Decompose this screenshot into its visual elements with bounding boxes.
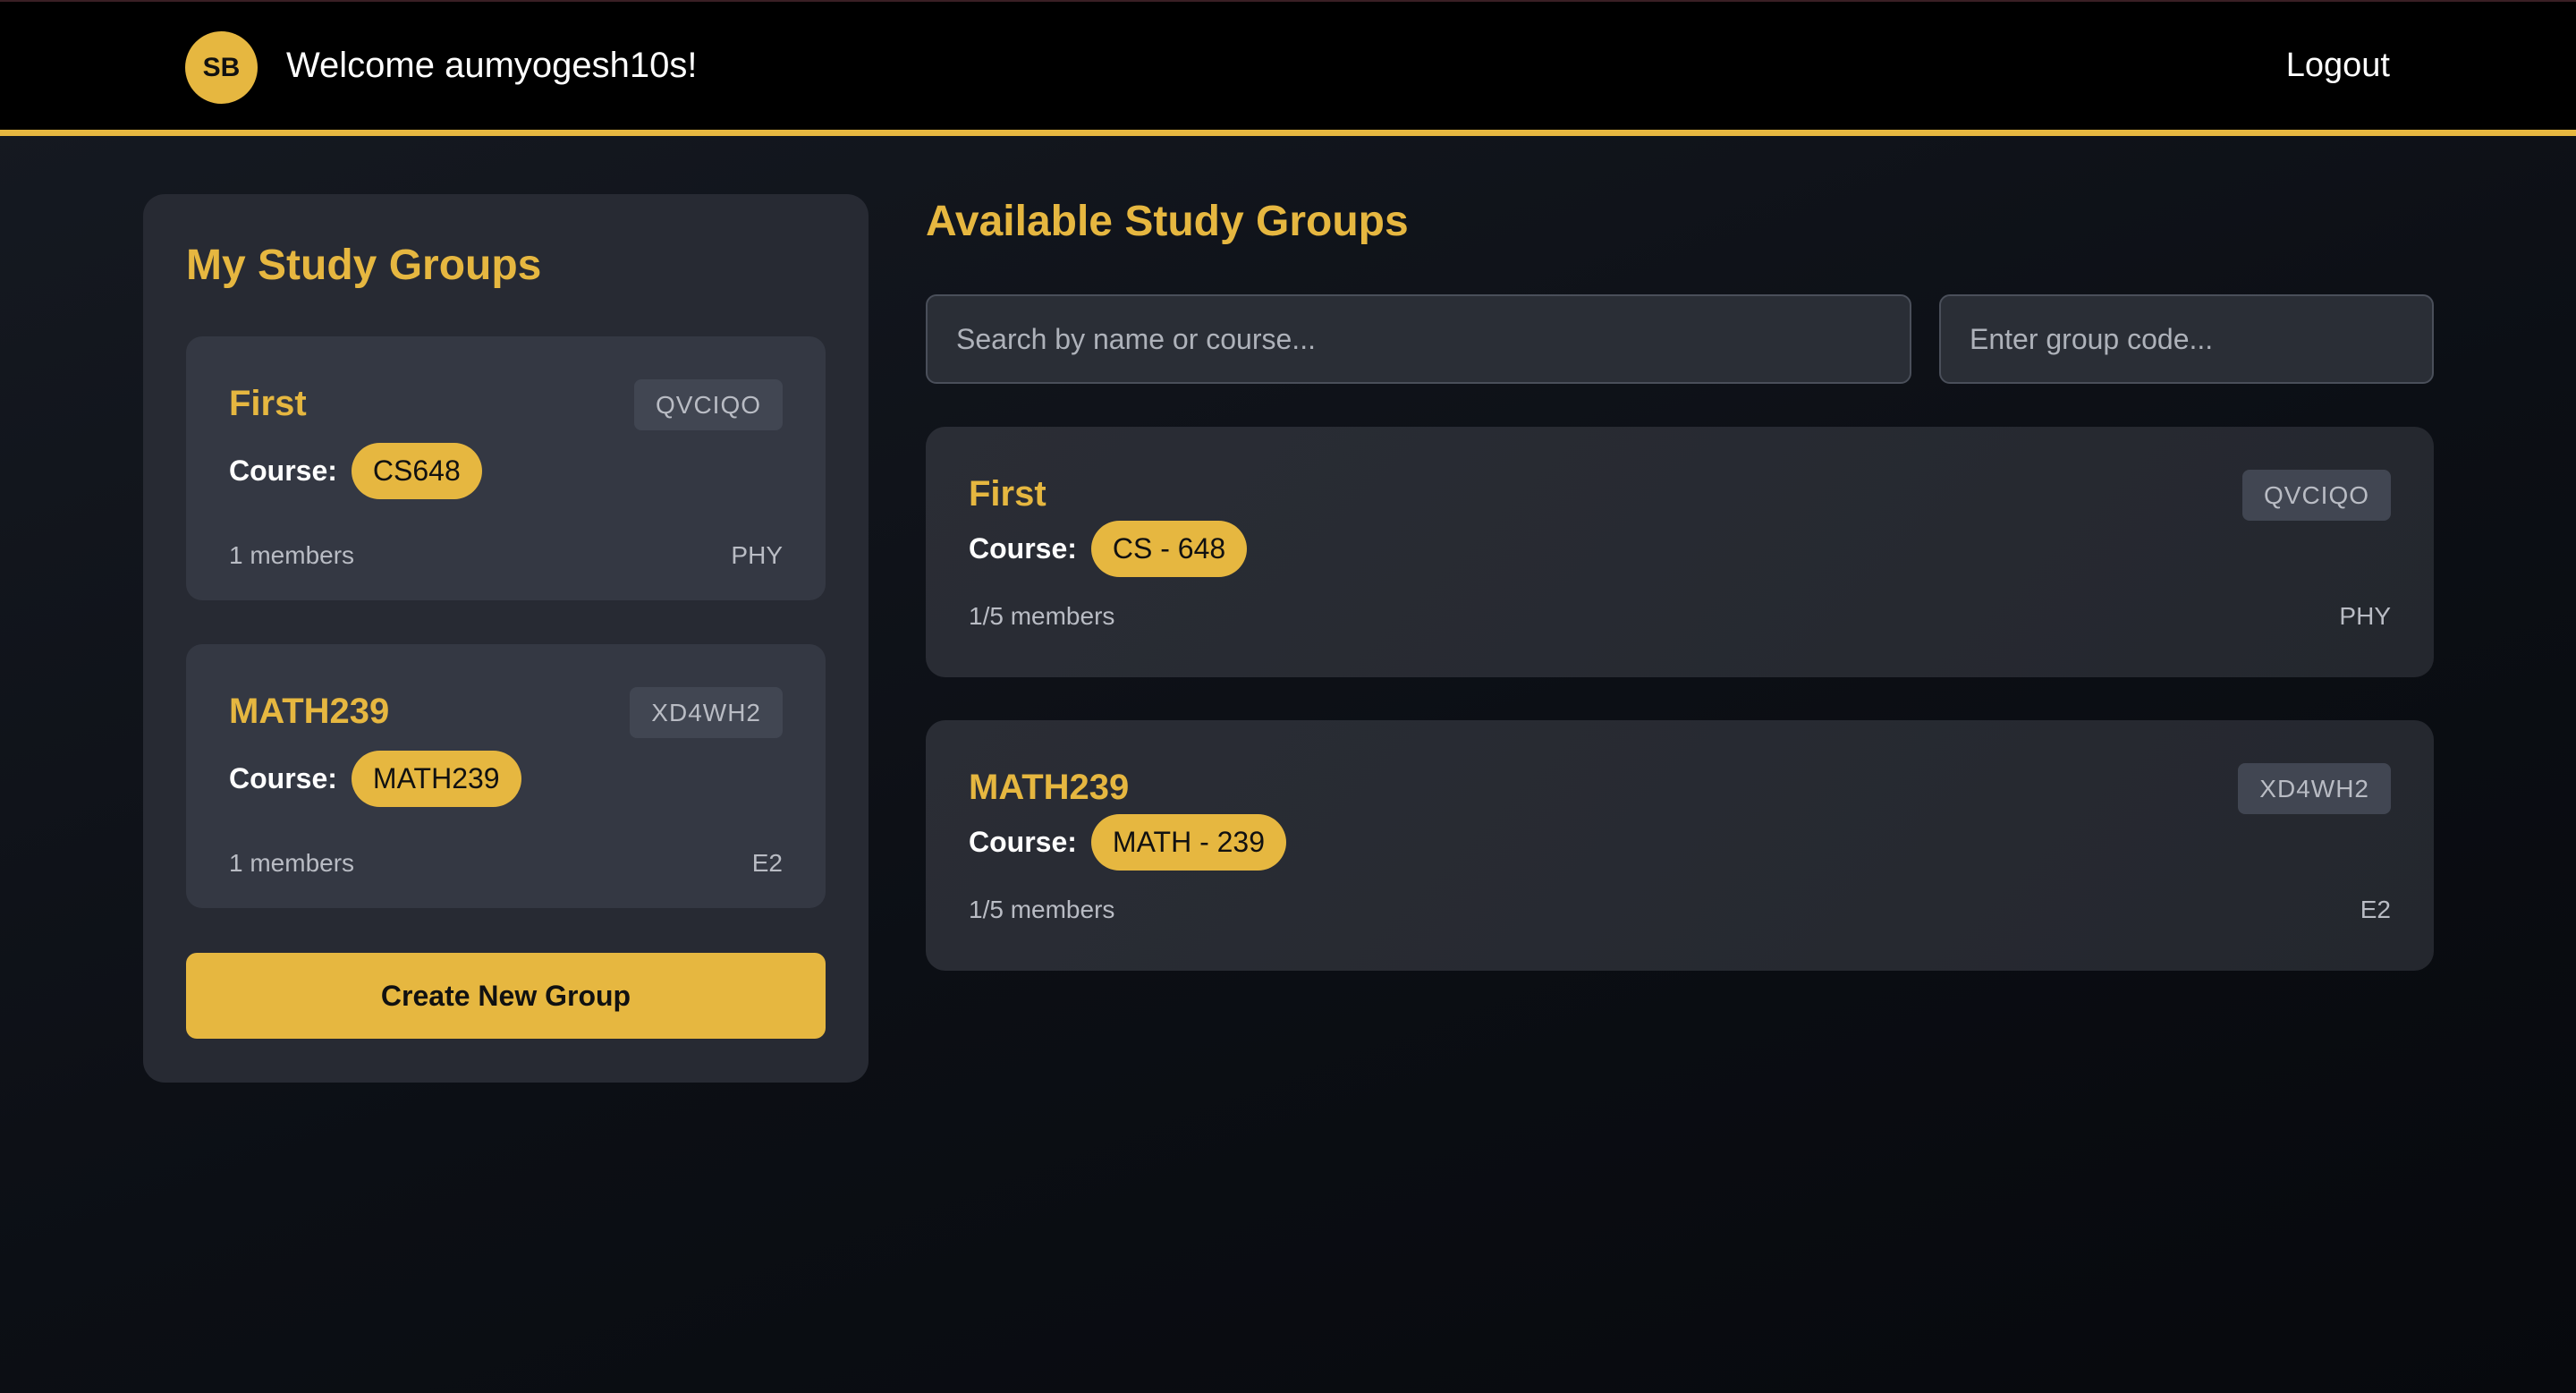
logout-button[interactable]: Logout [2286, 43, 2390, 88]
course-label: Course: [229, 762, 337, 794]
my-study-groups-panel: My Study Groups First QVCIQO Course: CS6… [143, 194, 869, 1083]
group-code-badge: QVCIQO [2241, 470, 2391, 521]
course-pill: CS - 648 [1090, 521, 1248, 577]
group-code-badge: QVCIQO [633, 379, 783, 430]
member-count: 1/5 members [969, 602, 1115, 630]
group-name: MATH239 [229, 692, 390, 731]
course-row: Course: CS648 [229, 443, 482, 499]
my-group-card[interactable]: MATH239 XD4WH2 Course: MATH239 1 members… [186, 644, 826, 908]
course-row: Course: CS - 648 [969, 521, 1248, 577]
group-location: PHY [2339, 602, 2391, 630]
course-pill: MATH - 239 [1090, 814, 1287, 871]
member-count: 1 members [229, 849, 355, 877]
my-group-card[interactable]: First QVCIQO Course: CS648 1 members PHY [186, 336, 826, 600]
course-label: Course: [229, 454, 337, 487]
available-study-groups-title: Available Study Groups [926, 198, 1409, 245]
group-location: E2 [751, 849, 783, 877]
available-group-card[interactable]: First QVCIQO Course: CS - 648 1/5 member… [926, 427, 2434, 677]
course-row: Course: MATH - 239 [969, 814, 1287, 871]
course-label: Course: [969, 826, 1077, 858]
group-name: First [969, 474, 1046, 514]
group-code-badge: XD4WH2 [2238, 763, 2391, 814]
search-input[interactable] [926, 294, 1911, 384]
group-name: First [229, 384, 307, 423]
create-new-group-button[interactable]: Create New Group [186, 953, 826, 1039]
top-bar: SB Welcome aumyogesh10s! Logout [0, 0, 2576, 136]
group-code-input[interactable] [1939, 294, 2434, 384]
member-count: 1 members [229, 541, 355, 569]
avatar[interactable]: SB [185, 31, 258, 104]
course-pill: CS648 [351, 443, 482, 499]
welcome-message: Welcome aumyogesh10s! [286, 46, 698, 85]
my-study-groups-title: My Study Groups [186, 242, 542, 289]
group-code-badge: XD4WH2 [630, 687, 783, 738]
group-location: E2 [2360, 896, 2391, 923]
course-row: Course: MATH239 [229, 751, 521, 807]
course-pill: MATH239 [351, 751, 521, 807]
member-count: 1/5 members [969, 896, 1115, 923]
available-group-card[interactable]: MATH239 XD4WH2 Course: MATH - 239 1/5 me… [926, 720, 2434, 971]
course-label: Course: [969, 532, 1077, 565]
group-location: PHY [731, 541, 783, 569]
group-name: MATH239 [969, 768, 1130, 807]
